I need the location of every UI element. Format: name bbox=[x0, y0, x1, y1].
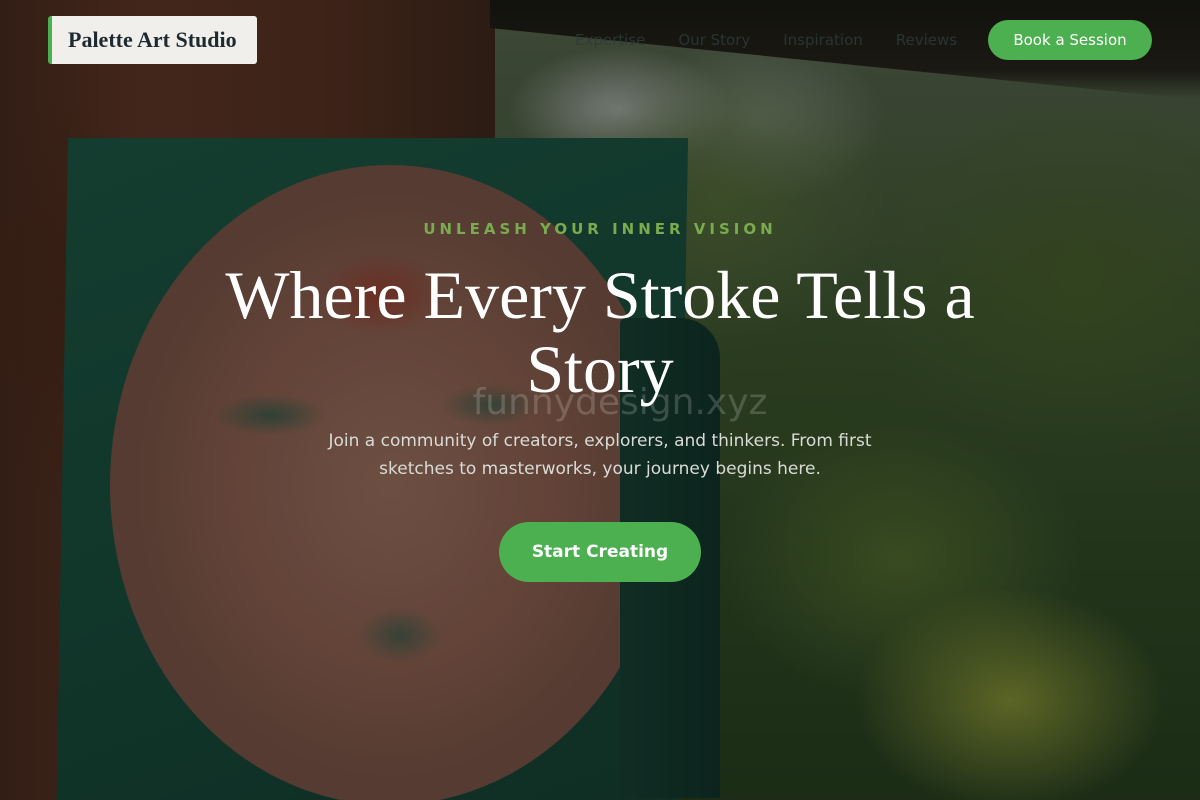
hero-section: UNLEASH YOUR INNER VISION Where Every St… bbox=[0, 0, 1200, 800]
book-session-button[interactable]: Book a Session bbox=[988, 20, 1152, 60]
nav-link-reviews[interactable]: Reviews bbox=[896, 30, 957, 50]
hero-eyebrow: UNLEASH YOUR INNER VISION bbox=[423, 220, 777, 238]
nav-link-inspiration[interactable]: Inspiration bbox=[783, 30, 863, 50]
nav-links: Expertise Our Story Inspiration Reviews bbox=[575, 30, 957, 50]
brand-logo[interactable]: Palette Art Studio bbox=[48, 16, 257, 64]
nav-link-our-story[interactable]: Our Story bbox=[678, 30, 750, 50]
hero-subtext: Join a community of creators, explorers,… bbox=[328, 431, 872, 479]
nav-link-expertise[interactable]: Expertise bbox=[575, 30, 645, 50]
watermark-text: funnydesign.xyz bbox=[472, 382, 768, 423]
start-creating-button[interactable]: Start Creating bbox=[499, 522, 701, 582]
navbar: Palette Art Studio Expertise Our Story I… bbox=[0, 0, 1200, 80]
